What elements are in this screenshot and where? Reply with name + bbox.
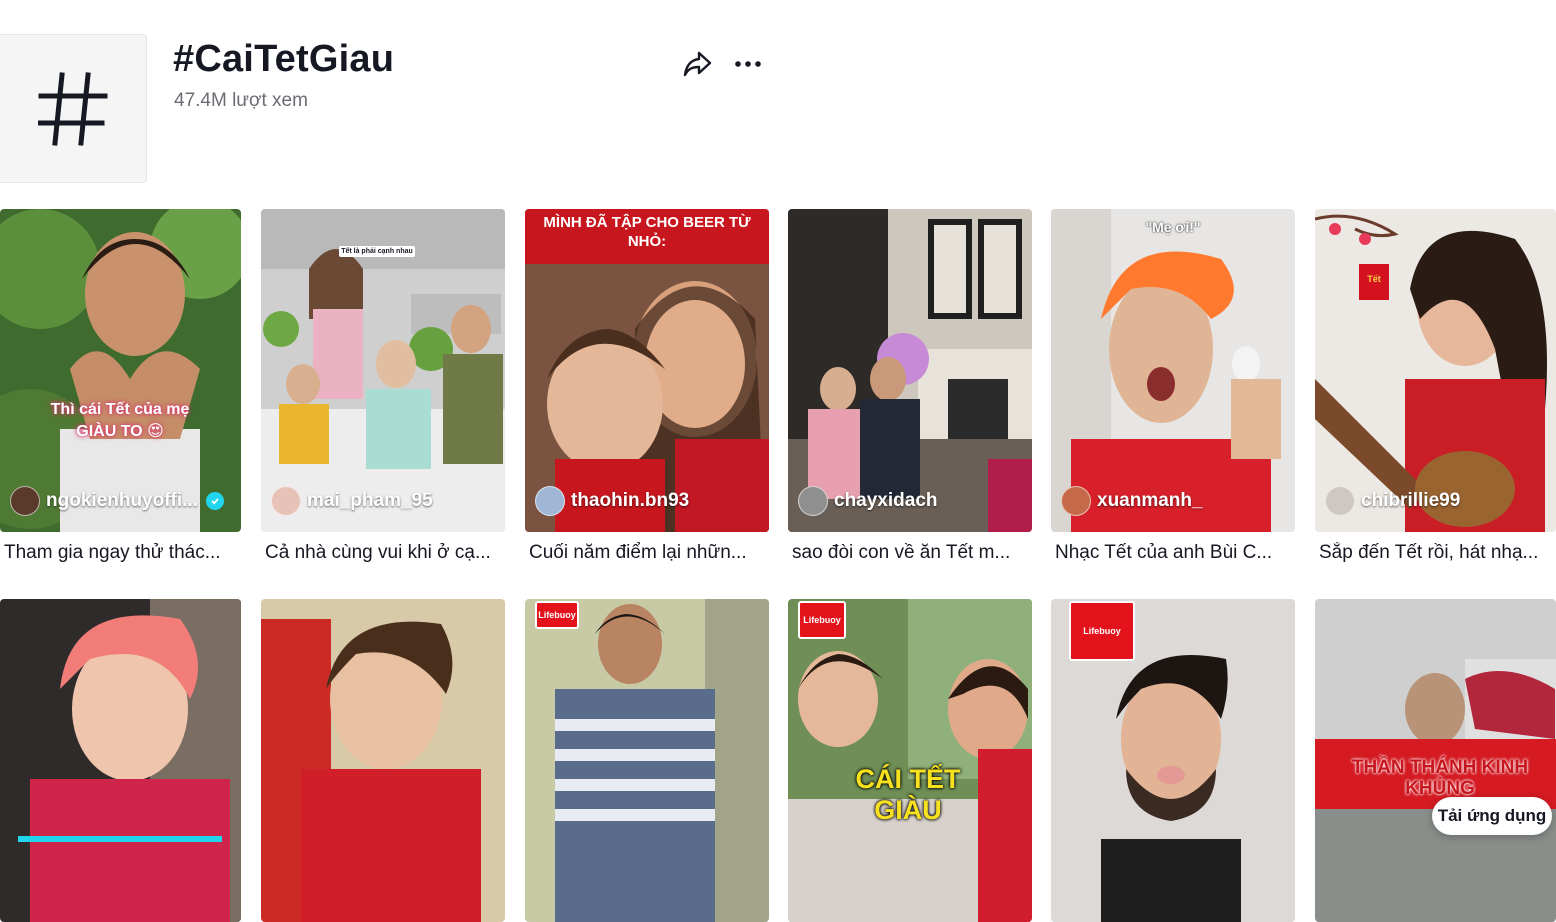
video-overlay-text: Tết là phải cạnh nhau bbox=[339, 246, 415, 257]
video-card[interactable]: chayxidach sao đòi con về ăn Tết m... bbox=[788, 209, 1032, 564]
video-thumbnail[interactable]: Tết là phải cạnh nhau mai_pham_95 bbox=[261, 209, 505, 532]
avatar bbox=[1061, 486, 1091, 516]
video-caption[interactable]: Cả nhà cùng vui khi ở cạ... bbox=[261, 542, 497, 564]
video-card[interactable]: Tết chibrillie99 Sắp đến Tết rồi, hát nh… bbox=[1315, 209, 1556, 564]
video-author: chibrillie99 bbox=[1325, 486, 1460, 516]
author-name: mai_pham_95 bbox=[307, 490, 433, 511]
video-card[interactable]: "Mẹ ơi!" xuanmanh_ Nhạc Tết của anh Bùi … bbox=[1051, 209, 1295, 564]
share-arrow-icon bbox=[683, 51, 712, 77]
video-card[interactable] bbox=[0, 599, 241, 922]
video-caption[interactable]: Sắp đến Tết rồi, hát nhạ... bbox=[1315, 542, 1551, 564]
video-card[interactable]: Lifebuoy bbox=[525, 599, 769, 922]
more-horizontal-icon bbox=[735, 61, 761, 67]
video-thumbnail[interactable] bbox=[261, 599, 505, 922]
video-author: ngokienhuyoffi... bbox=[10, 486, 224, 516]
lifebuoy-logo: Lifebuoy bbox=[1069, 601, 1135, 661]
avatar bbox=[271, 486, 301, 516]
video-caption[interactable]: Nhạc Tết của anh Bùi C... bbox=[1051, 542, 1287, 564]
video-card[interactable]: Thì cái Tết của mẹ GIÀU TO 😍 ngokienhuyo… bbox=[0, 209, 241, 564]
avatar bbox=[1325, 486, 1355, 516]
video-progress-bar bbox=[18, 836, 222, 842]
video-author: xuanmanh_ bbox=[1061, 486, 1203, 516]
video-overlay-text: Tết bbox=[1367, 274, 1381, 284]
video-caption[interactable]: Cuối năm điểm lại nhữn... bbox=[525, 542, 761, 564]
view-count: 47.4M lượt xem bbox=[174, 90, 308, 111]
video-caption[interactable]: sao đòi con về ăn Tết m... bbox=[788, 542, 1024, 564]
video-card[interactable]: Lifebuoy bbox=[1051, 599, 1295, 922]
tag-header: #CaiTetGiau 47.4M lượt xem bbox=[0, 0, 1556, 200]
video-thumbnail[interactable]: Thì cái Tết của mẹ GIÀU TO 😍 ngokienhuyo… bbox=[0, 209, 241, 532]
hashtag-icon bbox=[0, 34, 147, 183]
video-thumbnail[interactable]: chayxidach bbox=[788, 209, 1032, 532]
video-card[interactable]: Lifebuoy CÁI TẾT GIÀU bbox=[788, 599, 1032, 922]
video-card[interactable]: Tết là phải cạnh nhau mai_pham_95 Cả nhà… bbox=[261, 209, 505, 564]
more-options-button[interactable] bbox=[732, 50, 764, 78]
video-overlay-text: MÌNH ĐÃ TẬP CHO BEER TỪ NHỎ: bbox=[543, 214, 751, 250]
get-app-button[interactable]: Tải ứng dụng bbox=[1432, 797, 1552, 835]
avatar bbox=[10, 486, 40, 516]
author-name: chibrillie99 bbox=[1361, 490, 1461, 511]
video-thumbnail[interactable]: Lifebuoy CÁI TẾT GIÀU bbox=[788, 599, 1032, 922]
avatar bbox=[535, 486, 565, 516]
share-button[interactable] bbox=[681, 48, 713, 80]
video-overlay-text: "Mẹ ơi!" bbox=[1145, 219, 1201, 235]
video-author: mai_pham_95 bbox=[271, 486, 433, 516]
video-overlay-text: THẦN THÁNH KINH KHỦNG bbox=[1351, 757, 1529, 799]
video-thumbnail[interactable]: Lifebuoy bbox=[525, 599, 769, 922]
author-name: thaohin.bn93 bbox=[571, 490, 690, 511]
author-name: chayxidach bbox=[834, 490, 938, 511]
video-caption[interactable]: Tham gia ngay thử thác... bbox=[0, 542, 236, 564]
video-card[interactable]: THẦN THÁNH KINH KHỦNG bbox=[1315, 599, 1556, 922]
page-title: #CaiTetGiau bbox=[173, 38, 395, 80]
video-thumbnail[interactable]: Tết chibrillie99 bbox=[1315, 209, 1556, 532]
video-overlay-text: Thì cái Tết của mẹ GIÀU TO 😍 bbox=[50, 401, 190, 440]
lifebuoy-logo: Lifebuoy bbox=[798, 601, 846, 639]
video-thumbnail[interactable]: Lifebuoy bbox=[1051, 599, 1295, 922]
video-overlay-text: CÁI TẾT GIÀU bbox=[855, 764, 961, 825]
lifebuoy-logo: Lifebuoy bbox=[535, 601, 579, 629]
video-thumbnail[interactable]: MÌNH ĐÃ TẬP CHO BEER TỪ NHỎ: thaohin.bn9… bbox=[525, 209, 769, 532]
author-name: ngokienhuyoffi... bbox=[46, 490, 198, 511]
video-thumbnail[interactable] bbox=[0, 599, 241, 922]
avatar bbox=[798, 486, 828, 516]
video-author: chayxidach bbox=[798, 486, 938, 516]
video-thumbnail[interactable]: THẦN THÁNH KINH KHỦNG bbox=[1315, 599, 1556, 922]
author-name: xuanmanh_ bbox=[1097, 490, 1203, 511]
verified-badge-icon bbox=[206, 492, 224, 510]
video-thumbnail[interactable]: "Mẹ ơi!" xuanmanh_ bbox=[1051, 209, 1295, 532]
video-card[interactable]: MÌNH ĐÃ TẬP CHO BEER TỪ NHỎ: thaohin.bn9… bbox=[525, 209, 769, 564]
video-card[interactable] bbox=[261, 599, 505, 922]
video-author: thaohin.bn93 bbox=[535, 486, 689, 516]
